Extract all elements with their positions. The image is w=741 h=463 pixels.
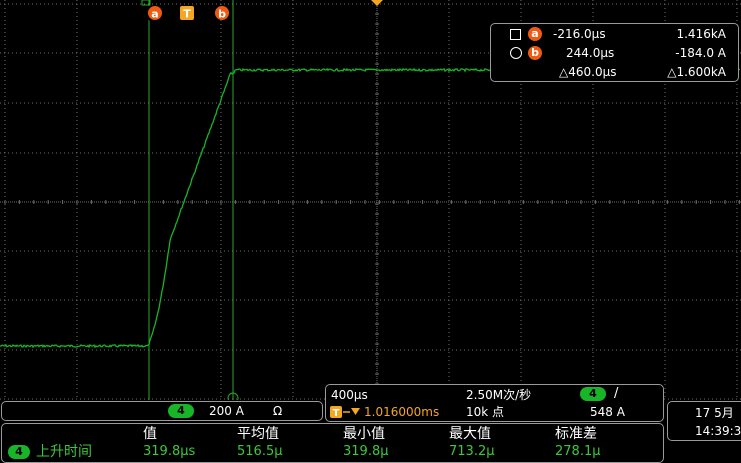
date-text: 17 5月	[695, 406, 734, 420]
cursor-a-marker[interactable]: a	[148, 5, 162, 21]
cursor-a-square-icon	[510, 29, 521, 40]
channel-scale: 200 A	[209, 404, 244, 418]
cursor-b-value: -184.0 A	[675, 46, 726, 60]
channel-4-badge[interactable]: 4	[168, 404, 194, 418]
timebase-trigger-panel[interactable]: 400µs 2.50M次/秒 4 / T 1.016000ms 10k 点 54…	[325, 384, 664, 422]
trigger-level: 548 A	[590, 405, 625, 419]
measure-std: 278.1µ	[555, 444, 601, 459]
cursor-delta-time: △460.0µs	[559, 65, 617, 79]
cursor-a-label: a	[151, 8, 158, 21]
datetime-panel: 17 5月 14:39:3	[667, 401, 741, 441]
cursor-a-value: 1.416kA	[676, 27, 726, 41]
svg-text:T: T	[333, 408, 340, 419]
record-length: 10k 点	[466, 405, 505, 419]
trigger-time-marker[interactable]	[371, 0, 383, 6]
measure-value: 319.8µs	[143, 444, 196, 459]
cursor-delta-value: △1.600kA	[667, 65, 726, 79]
cursor-a-badge: a	[528, 27, 542, 41]
measurement-panel[interactable]: 值 平均值 最小值 最大值 标准差 4 上升时间 319.8µs 516.5µ …	[1, 423, 664, 463]
trigger-marker-label: T	[183, 8, 191, 21]
measure-header-max: 最大值	[449, 426, 491, 442]
cursor-b-badge: b	[528, 46, 542, 60]
cursor-b-label: b	[218, 8, 226, 21]
cursor-b-marker[interactable]: b	[215, 6, 229, 21]
measure-min: 319.8µ	[343, 444, 389, 459]
measure-mean: 516.5µ	[237, 444, 283, 459]
measure-max: 713.2µ	[449, 444, 495, 459]
measure-channel-badge[interactable]: 4	[8, 445, 30, 459]
channel-impedance: Ω	[273, 404, 283, 418]
trigger-offset: 1.016000ms	[364, 405, 440, 419]
measure-header-mean: 平均值	[237, 426, 279, 442]
trigger-position-marker[interactable]: T	[180, 6, 194, 21]
time-per-div: 400µs	[331, 388, 368, 402]
cursor-b-time: 244.0µs	[566, 46, 615, 60]
channel-4-settings-bar[interactable]: 4 200 A Ω	[1, 401, 323, 421]
trigger-slope-icon: /	[614, 386, 619, 401]
measure-header-min: 最小值	[343, 426, 385, 442]
measure-header-std: 标准差	[555, 426, 597, 442]
cursor-readout-panel: a -216.0µs 1.416kA b 244.0µs -184.0 A △4…	[490, 23, 739, 82]
cursor-lines[interactable]	[148, 0, 234, 400]
measure-name: 上升时间	[36, 444, 92, 460]
cursor-b-circle-icon	[510, 47, 522, 59]
sample-rate: 2.50M次/秒	[466, 388, 532, 402]
time-text: 14:39:3	[695, 424, 741, 438]
measure-header-value: 值	[143, 426, 157, 442]
trigger-offset-icon: T	[330, 406, 360, 419]
channel-4-waveform	[0, 67, 741, 349]
trigger-channel-badge[interactable]: 4	[580, 387, 606, 401]
cursor-a-time: -216.0µs	[553, 27, 606, 41]
